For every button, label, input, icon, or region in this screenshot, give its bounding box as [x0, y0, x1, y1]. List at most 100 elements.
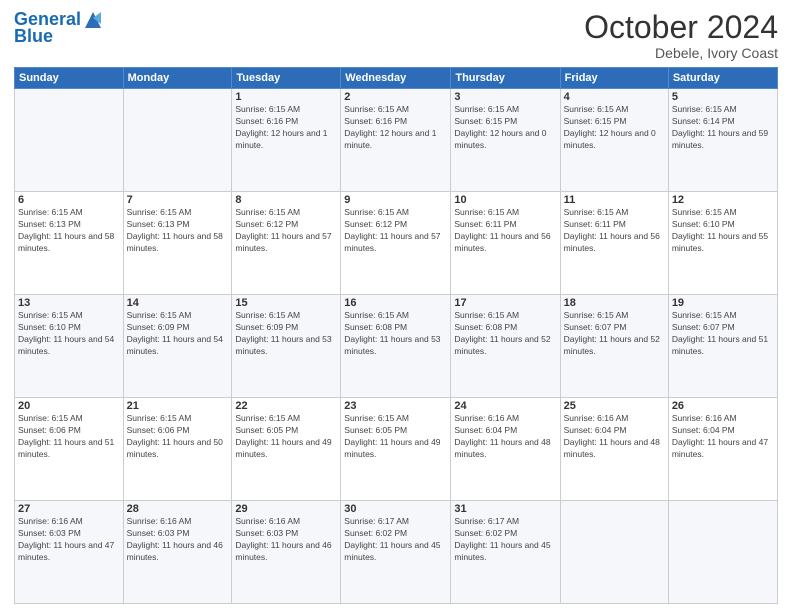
table-row: 7 Sunrise: 6:15 AMSunset: 6:13 PMDayligh…	[123, 192, 232, 295]
col-saturday: Saturday	[668, 68, 777, 89]
day-number: 1	[235, 91, 337, 103]
day-number: 5	[672, 91, 774, 103]
header: General Blue October 2024 Debele, Ivory …	[14, 10, 778, 61]
table-row: 21 Sunrise: 6:15 AMSunset: 6:06 PMDaylig…	[123, 398, 232, 501]
table-row: 23 Sunrise: 6:15 AMSunset: 6:05 PMDaylig…	[341, 398, 451, 501]
day-number: 13	[18, 297, 120, 309]
calendar-header-row: Sunday Monday Tuesday Wednesday Thursday…	[15, 68, 778, 89]
day-detail: Sunrise: 6:16 AMSunset: 6:03 PMDaylight:…	[235, 516, 337, 564]
table-row: 18 Sunrise: 6:15 AMSunset: 6:07 PMDaylig…	[560, 295, 668, 398]
table-row: 1 Sunrise: 6:15 AMSunset: 6:16 PMDayligh…	[232, 89, 341, 192]
day-number: 18	[564, 297, 665, 309]
day-number: 19	[672, 297, 774, 309]
day-number: 11	[564, 194, 665, 206]
day-detail: Sunrise: 6:16 AMSunset: 6:04 PMDaylight:…	[672, 413, 774, 461]
table-row: 8 Sunrise: 6:15 AMSunset: 6:12 PMDayligh…	[232, 192, 341, 295]
day-detail: Sunrise: 6:15 AMSunset: 6:05 PMDaylight:…	[344, 413, 447, 461]
table-row: 17 Sunrise: 6:15 AMSunset: 6:08 PMDaylig…	[451, 295, 560, 398]
day-number: 8	[235, 194, 337, 206]
table-row: 13 Sunrise: 6:15 AMSunset: 6:10 PMDaylig…	[15, 295, 124, 398]
day-detail: Sunrise: 6:17 AMSunset: 6:02 PMDaylight:…	[454, 516, 556, 564]
day-detail: Sunrise: 6:15 AMSunset: 6:15 PMDaylight:…	[454, 104, 556, 152]
col-thursday: Thursday	[451, 68, 560, 89]
day-number: 15	[235, 297, 337, 309]
day-detail: Sunrise: 6:16 AMSunset: 6:03 PMDaylight:…	[18, 516, 120, 564]
logo-area: General Blue	[14, 10, 103, 47]
table-row: 9 Sunrise: 6:15 AMSunset: 6:12 PMDayligh…	[341, 192, 451, 295]
col-monday: Monday	[123, 68, 232, 89]
logo-icon	[83, 10, 103, 30]
col-tuesday: Tuesday	[232, 68, 341, 89]
day-detail: Sunrise: 6:15 AMSunset: 6:07 PMDaylight:…	[564, 310, 665, 358]
day-number: 20	[18, 400, 120, 412]
table-row: 4 Sunrise: 6:15 AMSunset: 6:15 PMDayligh…	[560, 89, 668, 192]
table-row: 27 Sunrise: 6:16 AMSunset: 6:03 PMDaylig…	[15, 501, 124, 604]
calendar-table: Sunday Monday Tuesday Wednesday Thursday…	[14, 67, 778, 604]
table-row	[15, 89, 124, 192]
col-friday: Friday	[560, 68, 668, 89]
table-row: 31 Sunrise: 6:17 AMSunset: 6:02 PMDaylig…	[451, 501, 560, 604]
logo-text-blue: Blue	[14, 27, 53, 47]
day-number: 3	[454, 91, 556, 103]
table-row: 22 Sunrise: 6:15 AMSunset: 6:05 PMDaylig…	[232, 398, 341, 501]
day-detail: Sunrise: 6:15 AMSunset: 6:11 PMDaylight:…	[564, 207, 665, 255]
table-row: 20 Sunrise: 6:15 AMSunset: 6:06 PMDaylig…	[15, 398, 124, 501]
day-detail: Sunrise: 6:15 AMSunset: 6:06 PMDaylight:…	[18, 413, 120, 461]
table-row: 26 Sunrise: 6:16 AMSunset: 6:04 PMDaylig…	[668, 398, 777, 501]
table-row: 11 Sunrise: 6:15 AMSunset: 6:11 PMDaylig…	[560, 192, 668, 295]
table-row	[560, 501, 668, 604]
day-number: 23	[344, 400, 447, 412]
day-detail: Sunrise: 6:15 AMSunset: 6:12 PMDaylight:…	[235, 207, 337, 255]
calendar-week-row: 13 Sunrise: 6:15 AMSunset: 6:10 PMDaylig…	[15, 295, 778, 398]
table-row: 3 Sunrise: 6:15 AMSunset: 6:15 PMDayligh…	[451, 89, 560, 192]
day-detail: Sunrise: 6:15 AMSunset: 6:16 PMDaylight:…	[344, 104, 447, 152]
day-number: 27	[18, 503, 120, 515]
table-row: 24 Sunrise: 6:16 AMSunset: 6:04 PMDaylig…	[451, 398, 560, 501]
day-number: 16	[344, 297, 447, 309]
col-sunday: Sunday	[15, 68, 124, 89]
table-row	[668, 501, 777, 604]
day-number: 24	[454, 400, 556, 412]
table-row: 6 Sunrise: 6:15 AMSunset: 6:13 PMDayligh…	[15, 192, 124, 295]
table-row: 14 Sunrise: 6:15 AMSunset: 6:09 PMDaylig…	[123, 295, 232, 398]
day-detail: Sunrise: 6:15 AMSunset: 6:10 PMDaylight:…	[18, 310, 120, 358]
day-detail: Sunrise: 6:17 AMSunset: 6:02 PMDaylight:…	[344, 516, 447, 564]
day-detail: Sunrise: 6:15 AMSunset: 6:09 PMDaylight:…	[127, 310, 229, 358]
table-row: 25 Sunrise: 6:16 AMSunset: 6:04 PMDaylig…	[560, 398, 668, 501]
table-row: 2 Sunrise: 6:15 AMSunset: 6:16 PMDayligh…	[341, 89, 451, 192]
day-number: 28	[127, 503, 229, 515]
day-number: 9	[344, 194, 447, 206]
location: Debele, Ivory Coast	[584, 45, 778, 61]
col-wednesday: Wednesday	[341, 68, 451, 89]
title-area: October 2024 Debele, Ivory Coast	[584, 10, 778, 61]
day-detail: Sunrise: 6:15 AMSunset: 6:15 PMDaylight:…	[564, 104, 665, 152]
day-detail: Sunrise: 6:16 AMSunset: 6:03 PMDaylight:…	[127, 516, 229, 564]
day-number: 21	[127, 400, 229, 412]
calendar-week-row: 27 Sunrise: 6:16 AMSunset: 6:03 PMDaylig…	[15, 501, 778, 604]
day-detail: Sunrise: 6:16 AMSunset: 6:04 PMDaylight:…	[564, 413, 665, 461]
table-row: 5 Sunrise: 6:15 AMSunset: 6:14 PMDayligh…	[668, 89, 777, 192]
day-detail: Sunrise: 6:15 AMSunset: 6:06 PMDaylight:…	[127, 413, 229, 461]
day-detail: Sunrise: 6:15 AMSunset: 6:16 PMDaylight:…	[235, 104, 337, 152]
day-detail: Sunrise: 6:15 AMSunset: 6:07 PMDaylight:…	[672, 310, 774, 358]
day-number: 6	[18, 194, 120, 206]
day-detail: Sunrise: 6:16 AMSunset: 6:04 PMDaylight:…	[454, 413, 556, 461]
day-number: 22	[235, 400, 337, 412]
table-row: 28 Sunrise: 6:16 AMSunset: 6:03 PMDaylig…	[123, 501, 232, 604]
day-number: 4	[564, 91, 665, 103]
day-number: 29	[235, 503, 337, 515]
day-number: 7	[127, 194, 229, 206]
calendar-week-row: 1 Sunrise: 6:15 AMSunset: 6:16 PMDayligh…	[15, 89, 778, 192]
day-number: 10	[454, 194, 556, 206]
day-detail: Sunrise: 6:15 AMSunset: 6:05 PMDaylight:…	[235, 413, 337, 461]
table-row: 16 Sunrise: 6:15 AMSunset: 6:08 PMDaylig…	[341, 295, 451, 398]
day-detail: Sunrise: 6:15 AMSunset: 6:13 PMDaylight:…	[18, 207, 120, 255]
day-detail: Sunrise: 6:15 AMSunset: 6:13 PMDaylight:…	[127, 207, 229, 255]
table-row	[123, 89, 232, 192]
day-detail: Sunrise: 6:15 AMSunset: 6:08 PMDaylight:…	[454, 310, 556, 358]
table-row: 15 Sunrise: 6:15 AMSunset: 6:09 PMDaylig…	[232, 295, 341, 398]
day-number: 25	[564, 400, 665, 412]
calendar-week-row: 20 Sunrise: 6:15 AMSunset: 6:06 PMDaylig…	[15, 398, 778, 501]
page: General Blue October 2024 Debele, Ivory …	[0, 0, 792, 612]
day-number: 26	[672, 400, 774, 412]
